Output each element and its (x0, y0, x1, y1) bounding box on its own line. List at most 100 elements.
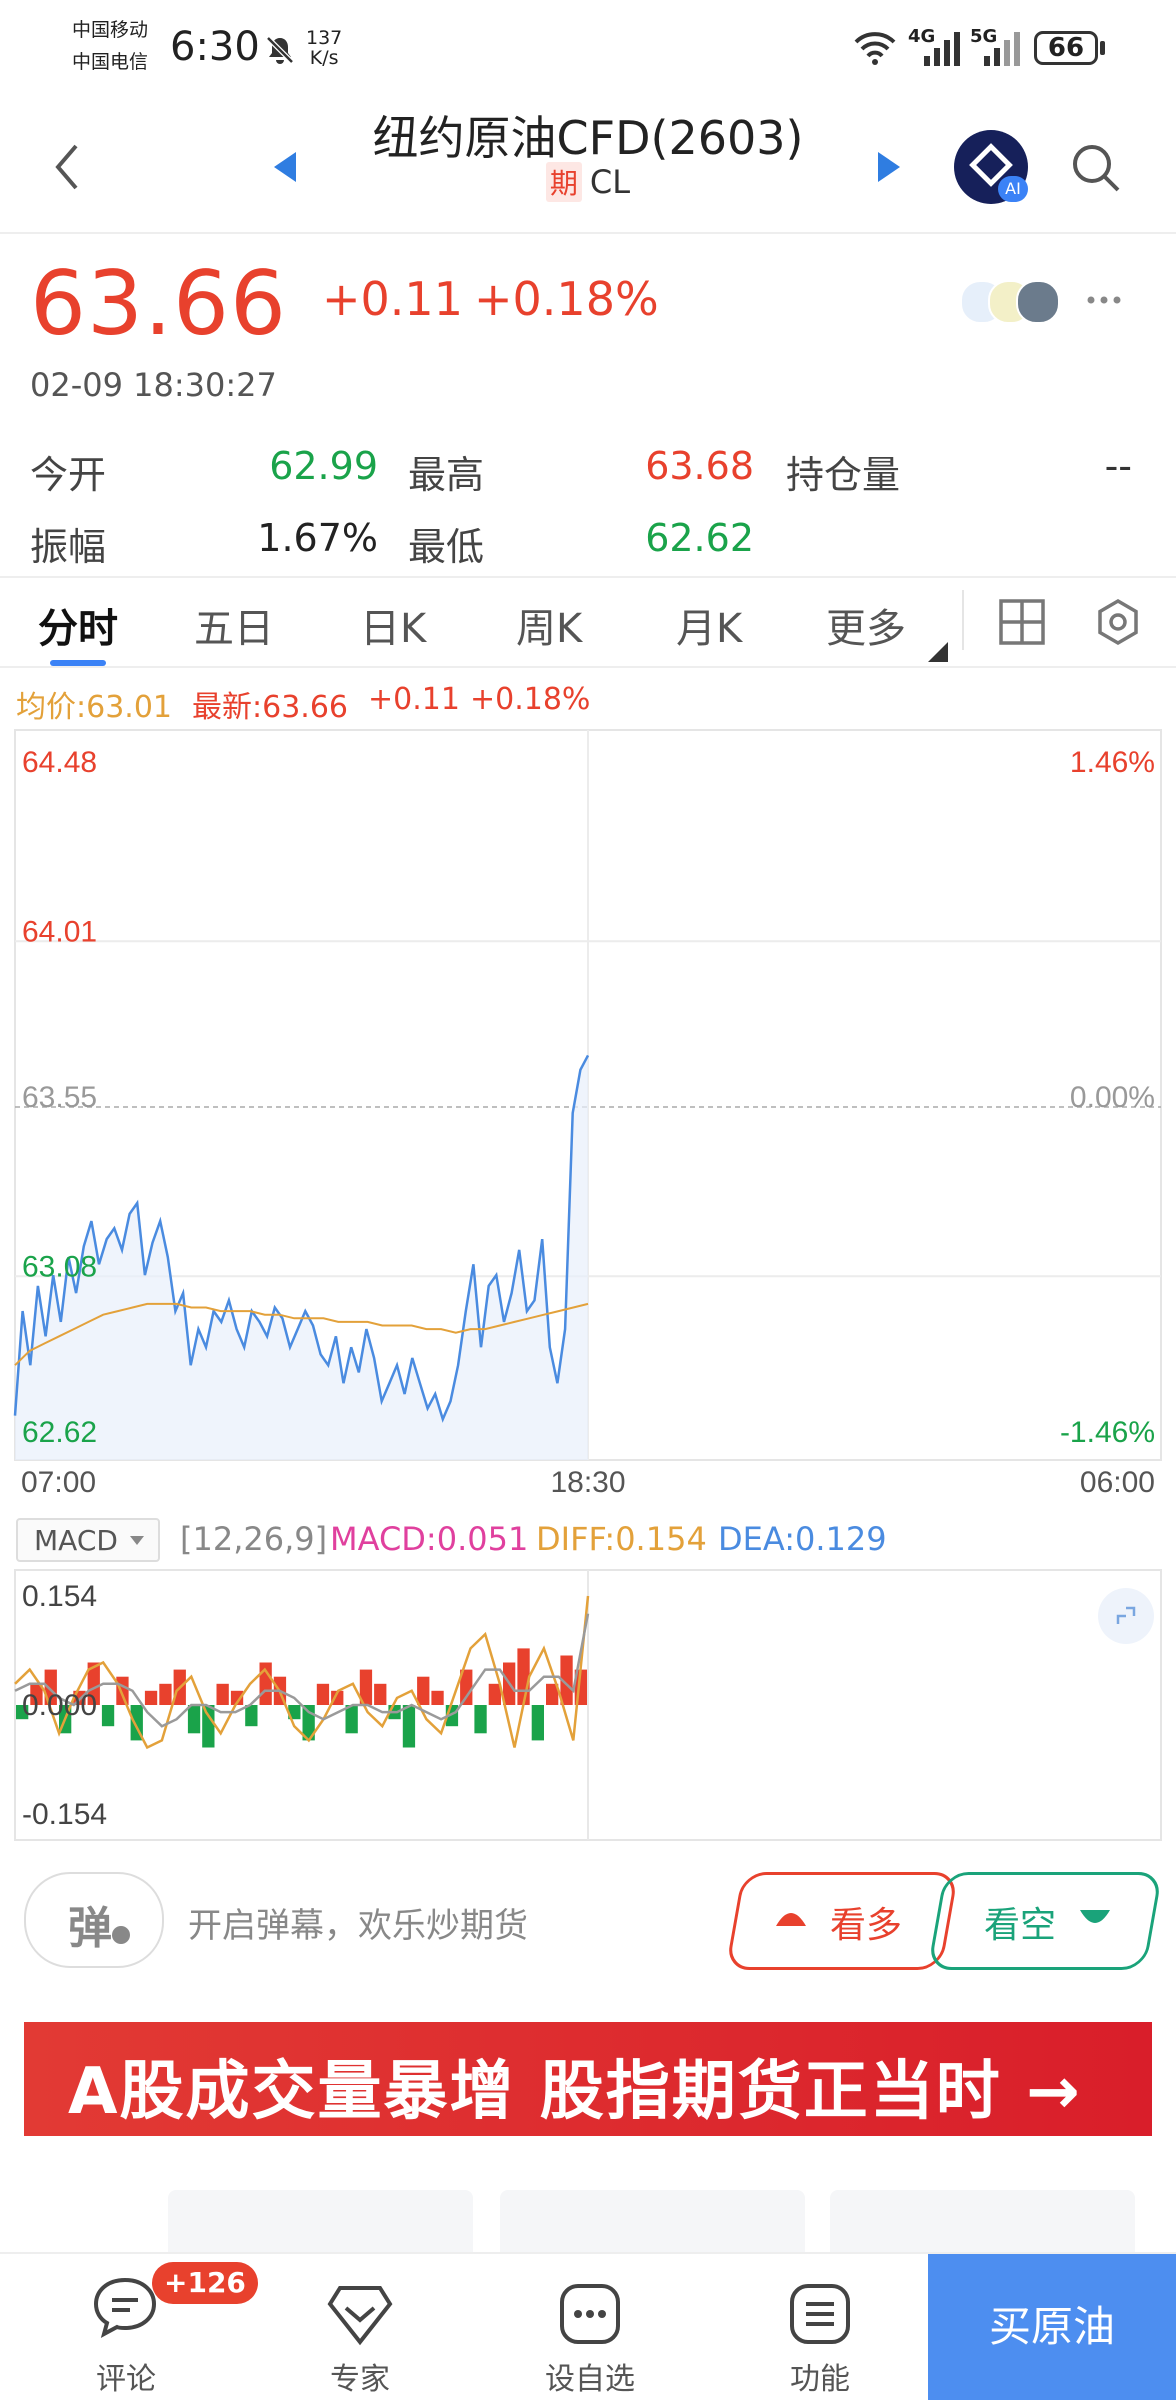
promo-banner-text: A股成交量暴增 股指期货正当时 → (68, 2055, 1082, 2129)
macd-bar (345, 1705, 358, 1734)
price-change: +0.11 (322, 272, 463, 326)
add-watchlist-icon[interactable] (556, 2280, 624, 2348)
latest-change-pct-caption: +0.18% (470, 682, 591, 717)
carrier-1: 中国移动 (72, 19, 149, 41)
symbol: CL (589, 163, 631, 201)
macd-chart[interactable]: 0.154 0.000 -0.154 (0, 1568, 1176, 1844)
grid-layout-icon[interactable] (998, 598, 1046, 646)
ai-assistant-button[interactable]: AI (954, 130, 1028, 204)
net-speed: 137 K/s (306, 28, 342, 68)
search-icon[interactable] (1070, 142, 1122, 194)
signal-5g-icon (984, 32, 1020, 66)
pct-tick-label: -1.46% (1060, 1416, 1155, 1449)
macd-params: [12,26,9] (180, 1520, 328, 1558)
down-arrow-icon (1080, 1910, 1110, 1923)
x-tick-label: 07:00 (21, 1466, 96, 1499)
functions-icon[interactable] (786, 2280, 854, 2348)
y-tick-label: 64.01 (22, 915, 97, 948)
bullish-label: 看多 (830, 1905, 903, 1946)
macd-bar (202, 1705, 215, 1748)
tabbar-expert-label: 专家 (330, 2362, 390, 2397)
macd-bar (517, 1648, 530, 1705)
clock: 6:30 (170, 24, 260, 70)
list-item[interactable] (500, 2190, 805, 2260)
comment-icon (93, 2277, 157, 2338)
futures-tag: 期 (545, 162, 582, 202)
macd-bar (402, 1705, 416, 1748)
list-item[interactable] (830, 2190, 1135, 2260)
y-tick-label: 63.55 (22, 1081, 97, 1114)
tab-separator (962, 590, 964, 650)
macd-bar (417, 1676, 430, 1705)
tabbar-watchlist-label: 设自选 (545, 2362, 635, 2397)
mute-bell-icon (266, 36, 294, 64)
latest-change-caption: +0.11 (368, 682, 460, 717)
stat-amplitude-label: 振幅 (30, 525, 107, 569)
stat-high-value: 63.68 (645, 444, 754, 488)
bearish-label: 看空 (984, 1905, 1057, 1946)
stat-low-value: 62.62 (645, 516, 754, 560)
macd-bar (187, 1705, 201, 1734)
tab-five-day[interactable]: 五日 (194, 596, 274, 654)
macd-tick-label: 0.000 (22, 1689, 97, 1722)
expert-icon[interactable] (326, 2282, 394, 2348)
ai-badge: AI (998, 176, 1028, 202)
danmu-prompt: 开启弹幕，欢乐炒期货 (188, 1906, 528, 1946)
battery-tip (1100, 41, 1105, 55)
tab-more[interactable]: 更多 (826, 596, 906, 654)
more-icon[interactable] (1086, 294, 1122, 306)
comment-count-badge: +126 (152, 2262, 258, 2304)
tab-daily-k[interactable]: 日K (360, 596, 426, 654)
macd-bar (245, 1705, 258, 1727)
macd-bar (159, 1683, 172, 1705)
macd-tick-label: -0.154 (22, 1798, 107, 1831)
quote-timestamp: 02-09 18:30:27 (30, 366, 277, 404)
tab-weekly-k[interactable]: 周K (516, 596, 582, 654)
macd-bar (101, 1705, 115, 1727)
next-contract-icon[interactable] (876, 150, 902, 184)
buy-button[interactable]: 买原油 (928, 2254, 1176, 2400)
danmu-off-dot (112, 1926, 130, 1944)
macd-bar (531, 1705, 544, 1741)
macd-bar (144, 1690, 158, 1705)
y-tick-label: 62.62 (22, 1416, 97, 1449)
y-tick-label: 64.48 (22, 746, 97, 779)
dea-value: DEA:0.129 (718, 1520, 887, 1558)
intraday-chart[interactable]: 64.48 64.01 63.55 63.08 62.62 1.46% 0.00% -1.46… (0, 720, 1176, 1500)
x-tick-label: 06:00 (1080, 1466, 1155, 1499)
signal-4g-icon (924, 32, 960, 66)
wifi-icon (854, 32, 896, 65)
up-arrow-icon (776, 1913, 806, 1926)
macd-bar (431, 1690, 444, 1705)
stat-low-label: 最低 (408, 525, 485, 569)
diff-value: DIFF:0.154 (536, 1520, 707, 1558)
net-speed-unit: K/s (309, 47, 339, 69)
macd-tick-label: 0.154 (22, 1580, 97, 1613)
settings-icon[interactable] (1094, 598, 1142, 646)
chevron-down-icon (130, 1536, 144, 1545)
y-tick-label: 63.08 (22, 1250, 97, 1283)
header-divider (0, 232, 1176, 234)
status-bar: 中国移动 中国电信 6:30 137 K/s 4G 5G 66 (0, 0, 1176, 100)
macd-bar (216, 1683, 229, 1705)
indicator-selector[interactable]: MACD (16, 1518, 160, 1562)
tab-monthly-k[interactable]: 月K (676, 596, 742, 654)
danmu-toggle[interactable]: 弹 (24, 1872, 164, 1968)
stat-high-label: 最高 (408, 453, 485, 497)
carrier-2: 中国电信 (72, 51, 149, 73)
indicator-name: MACD (34, 1524, 118, 1557)
stat-oi-label: 持仓量 (786, 453, 901, 497)
price-change-pct: +0.18% (474, 272, 659, 326)
tab-intraday[interactable]: 分时 (38, 596, 118, 654)
avatar (1016, 280, 1060, 324)
macd-bar (116, 1676, 129, 1705)
net-speed-value: 137 (306, 27, 343, 49)
x-tick-label: 18:30 (550, 1466, 625, 1499)
pct-tick-label: 1.46% (1070, 746, 1155, 779)
list-item[interactable] (168, 2190, 473, 2260)
stats-divider (0, 576, 1176, 578)
tabs-divider (0, 666, 1176, 668)
stat-amplitude-value: 1.67% (257, 516, 378, 560)
macd-bar (474, 1705, 487, 1734)
tabbar-functions-label: 功能 (790, 2362, 850, 2397)
